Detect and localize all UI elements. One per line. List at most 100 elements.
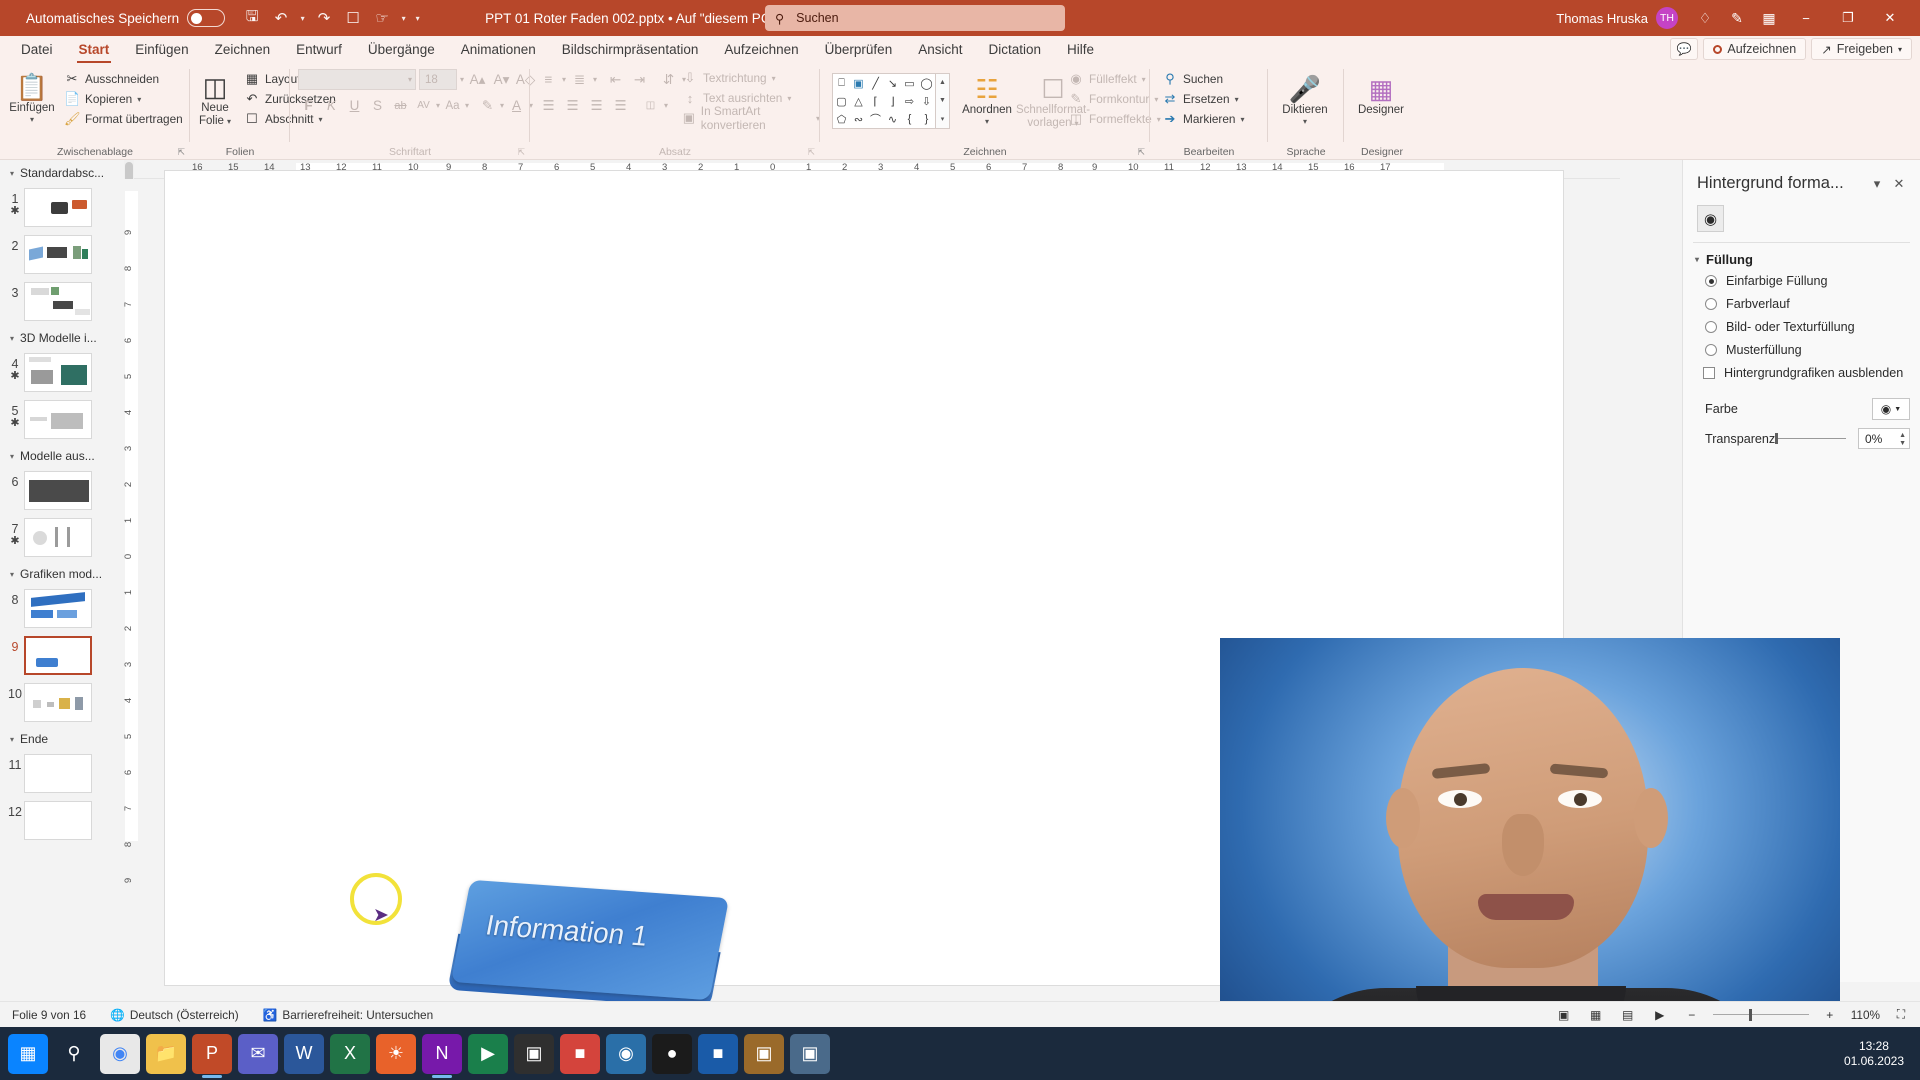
slide-sorter-view-button[interactable]: ▦ xyxy=(1585,1006,1607,1024)
change-case-button[interactable]: Aa xyxy=(442,95,463,116)
shape-arrow-icon[interactable]: ↘ xyxy=(888,77,897,90)
bullet-list-icon[interactable]: ≡ xyxy=(538,69,559,90)
language-indicator[interactable]: 🌐 Deutsch (Österreich) xyxy=(98,1008,251,1022)
shape-rect-icon[interactable]: ▭ xyxy=(904,77,914,90)
slide-counter[interactable]: Folie 9 von 16 xyxy=(0,1008,98,1022)
normal-view-button[interactable]: ▣ xyxy=(1553,1006,1575,1024)
restore-button[interactable]: ❐ xyxy=(1828,2,1868,34)
clipboard-dialog-launcher[interactable]: ⇱ xyxy=(177,147,185,158)
tab-animationen[interactable]: Animationen xyxy=(448,39,549,60)
firefox-icon[interactable]: ☀ xyxy=(376,1033,416,1074)
collapse-triangle-icon[interactable]: ▾ xyxy=(10,334,14,343)
shape-effects-button[interactable]: ◫ Formeffekte ▾ xyxy=(1066,109,1161,129)
tab-uebergaenge[interactable]: Übergänge xyxy=(355,39,448,60)
font-name-dropdown-icon[interactable]: ▾ xyxy=(408,75,412,84)
fit-slide-button[interactable]: ⛶ xyxy=(1890,1006,1912,1024)
thumbnail-slide-4[interactable]: 4 ✱ xyxy=(0,349,134,396)
columns-icon[interactable]: ◫ xyxy=(640,95,661,116)
transparency-slider[interactable] xyxy=(1771,431,1850,447)
select-dropdown-icon[interactable]: ▾ xyxy=(1240,115,1244,124)
diamond-icon[interactable]: ♢ xyxy=(1690,2,1720,34)
word-icon[interactable]: W xyxy=(284,1033,324,1074)
slide-preview[interactable] xyxy=(24,589,92,628)
obs-icon[interactable]: ● xyxy=(652,1033,692,1074)
shape-cylinder-icon[interactable]: ⎕ xyxy=(838,77,845,90)
tab-aufzeichnen[interactable]: Aufzeichnen xyxy=(711,39,811,60)
record-button[interactable]: Aufzeichnen xyxy=(1703,38,1807,60)
select-button[interactable]: ➔ Markieren ▾ xyxy=(1160,109,1245,129)
section-header-standardabschnitt[interactable]: ▾ Standardabsc... xyxy=(0,160,134,184)
camtasia-icon[interactable]: ▣ xyxy=(514,1033,554,1074)
shapes-gallery-scroll[interactable]: ▲ ▼ ▾ xyxy=(936,73,950,129)
minimize-button[interactable]: − xyxy=(1786,2,1826,34)
numbering-dropdown-icon[interactable]: ▾ xyxy=(593,75,597,84)
tab-datei[interactable]: Datei xyxy=(8,39,66,60)
reading-view-button[interactable]: ▤ xyxy=(1617,1006,1639,1024)
slide-preview[interactable] xyxy=(24,683,92,722)
cut-button[interactable]: ✂ Ausschneiden xyxy=(62,69,183,89)
shape-pentagon-icon[interactable]: ⬠ xyxy=(837,113,847,126)
decrease-font-size-button[interactable]: A▾ xyxy=(491,69,512,90)
decrease-indent-icon[interactable]: ⇤ xyxy=(605,69,626,90)
thumbnail-slide-8[interactable]: 8 xyxy=(0,585,134,632)
drawing-dialog-launcher[interactable]: ⇱ xyxy=(1137,147,1145,158)
gallery-more-icon[interactable]: ▾ xyxy=(941,115,945,123)
excel-icon[interactable]: X xyxy=(330,1033,370,1074)
section-header-grafiken[interactable]: ▾ Grafiken mod... xyxy=(0,561,134,585)
teams-icon[interactable]: ✉ xyxy=(238,1033,278,1074)
slide-preview[interactable] xyxy=(24,801,92,840)
accessibility-indicator[interactable]: ♿ Barrierefreiheit: Untersuchen xyxy=(251,1008,446,1022)
thumbnail-slide-3[interactable]: 3 xyxy=(0,278,134,325)
thumbnail-slide-2[interactable]: 2 xyxy=(0,231,134,278)
undo-icon[interactable]: ↶ xyxy=(268,5,294,31)
spinner-down-icon[interactable]: ▼ xyxy=(1899,440,1906,448)
shapes-gallery[interactable]: ⎕ ▣ ╱ ↘ ▭ ◯ ▢ △ ⌈ ⌋ ⇨ ⇩ ⬠ ∾ ⌒ ∿ {} xyxy=(832,73,936,129)
option-gradient-fill[interactable]: Farbverlauf xyxy=(1683,292,1920,315)
increase-font-size-button[interactable]: A▴ xyxy=(467,69,488,90)
font-name-input[interactable]: ▾ xyxy=(298,69,416,90)
underline-button[interactable]: U xyxy=(344,95,365,116)
store-icon[interactable]: ▣ xyxy=(744,1033,784,1074)
text-shadow-button[interactable]: S xyxy=(367,95,388,116)
justify-icon[interactable]: ☰ xyxy=(610,95,631,116)
find-button[interactable]: ⚲ Suchen xyxy=(1160,69,1244,89)
radio-button[interactable] xyxy=(1705,298,1717,310)
touch-mode-icon[interactable]: ☞ xyxy=(369,5,395,31)
change-case-dropdown-icon[interactable]: ▾ xyxy=(465,101,469,110)
zoom-handle[interactable] xyxy=(1748,1008,1752,1021)
adobe-icon[interactable]: ■ xyxy=(560,1033,600,1074)
undo-dropdown-icon[interactable]: ▾ xyxy=(297,14,308,23)
collapse-triangle-icon[interactable]: ▾ xyxy=(10,169,14,178)
tab-einfuegen[interactable]: Einfügen xyxy=(122,39,201,60)
shape-arc-icon[interactable]: ⌒ xyxy=(870,111,881,127)
ink-pen-icon[interactable]: ✎ xyxy=(1722,2,1752,34)
slide-preview-selected[interactable] xyxy=(24,636,92,675)
section-header-3d-modelle[interactable]: ▾ 3D Modelle i... xyxy=(0,325,134,349)
fill-group-header[interactable]: ▾ Füllung xyxy=(1683,243,1920,269)
copy-button[interactable]: 📄 Kopieren ▾ xyxy=(62,89,183,109)
tab-ansicht[interactable]: Ansicht xyxy=(905,39,975,60)
shape-oval-icon[interactable]: ◯ xyxy=(920,77,932,90)
radio-button[interactable] xyxy=(1705,344,1717,356)
font-color-button[interactable]: A xyxy=(506,95,527,116)
qat-more-icon[interactable]: ▾ xyxy=(412,14,423,23)
text-direction-button[interactable]: ⇩ Textrichtung ▾ xyxy=(680,68,820,88)
tab-start[interactable]: Start xyxy=(66,39,123,63)
onenote-icon[interactable]: N xyxy=(422,1033,462,1078)
arrange-dropdown-icon[interactable]: ▾ xyxy=(985,117,989,126)
search-icon[interactable]: ⚲ xyxy=(54,1034,94,1074)
explorer-icon[interactable]: 📁 xyxy=(146,1033,186,1074)
slideshow-view-button[interactable]: ▶ xyxy=(1649,1006,1671,1024)
highlight-dropdown-icon[interactable]: ▾ xyxy=(500,101,504,110)
edge-icon[interactable]: ◉ xyxy=(606,1033,646,1074)
font-size-dropdown-icon[interactable]: ▾ xyxy=(460,75,464,84)
shape-elbow-icon[interactable]: ⌈ xyxy=(873,95,877,108)
shape-curve-icon[interactable]: ∿ xyxy=(888,113,897,126)
shape-line-icon[interactable]: ╱ xyxy=(872,77,879,90)
radio-button[interactable] xyxy=(1705,321,1717,333)
fill-color-button[interactable]: ◉ ▼ xyxy=(1872,398,1910,420)
tab-ueberpruefen[interactable]: Überprüfen xyxy=(812,39,906,60)
shape-roundrect-icon[interactable]: ▢ xyxy=(836,95,846,108)
slide-preview[interactable] xyxy=(24,471,92,510)
italic-button[interactable]: K xyxy=(321,95,342,116)
